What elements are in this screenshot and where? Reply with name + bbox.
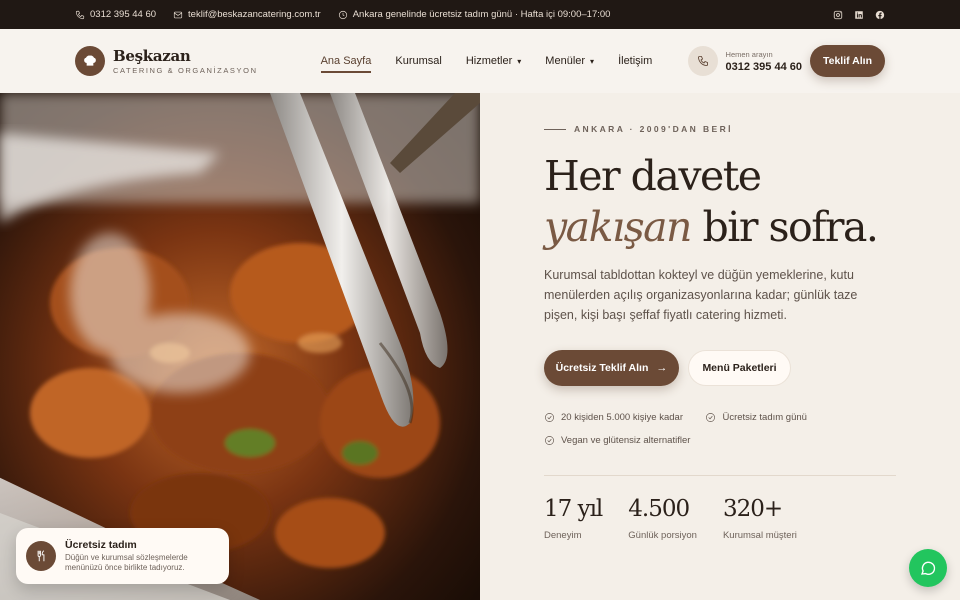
headline-rest: bir sofra. <box>690 203 879 251</box>
nav-home[interactable]: Ana Sayfa <box>320 49 372 73</box>
logo[interactable]: Beşkazan CATERING & ORGANİZASYON <box>113 46 258 75</box>
check-circle-icon <box>706 413 716 422</box>
free-quote-label: Ücretsiz Teklif Alın <box>555 362 649 374</box>
nav-corporate-label: Kurumsal <box>395 55 442 67</box>
feature-text: Vegan ve glütensiz alternatifler <box>561 435 691 446</box>
linkedin-icon[interactable] <box>854 10 864 20</box>
phone-icon <box>75 10 85 19</box>
topbar-email-text: teklif@beskazancatering.com.tr <box>188 9 321 20</box>
hero-food-image <box>0 93 480 600</box>
instagram-icon[interactable] <box>833 10 843 20</box>
card-title: Ücretsiz tadım <box>65 538 137 551</box>
hero-lead: Kurumsal tabldottan kokteyl ve düğün yem… <box>544 268 858 322</box>
headline-line-1: Her davete <box>544 152 762 200</box>
phone-icon <box>687 46 718 76</box>
clock-icon <box>338 10 347 19</box>
hero-headline: Her davete yakışan bir sofra. <box>544 151 879 253</box>
mail-icon <box>173 11 183 18</box>
stat-value: 4.500 <box>628 496 690 522</box>
stat-daily-portions: 4.500 Günlük porsiyon <box>628 496 697 541</box>
call-block[interactable]: Hemen arayın 0312 395 44 60 <box>687 46 810 76</box>
brand-tagline: CATERING & ORGANİZASYON <box>113 65 258 75</box>
feature-text: Ücretsiz tadım günü <box>722 412 807 423</box>
hero-eyebrow: ANKARA · 2009'DAN BERİ <box>544 124 733 134</box>
nav-menus-label: Menüler <box>545 55 586 67</box>
feature-text: 20 kişiden 5.000 kişiye kadar <box>561 412 683 423</box>
check-circle-icon <box>545 436 554 445</box>
stat-value: 320+ <box>722 496 783 522</box>
logo-chef-hat-icon[interactable] <box>75 46 105 76</box>
topbar-email[interactable]: teklif@beskazancatering.com.tr <box>173 9 321 20</box>
feature-item: 20 kişiden 5.000 kişiye kadar <box>544 412 683 423</box>
chat-bubble-icon <box>920 561 936 575</box>
call-label: Hemen arayın <box>725 49 773 59</box>
eyebrow-line <box>544 128 566 130</box>
eyebrow-text: ANKARA · 2009'DAN BERİ <box>574 124 733 134</box>
arrow-right-icon: → <box>656 362 668 374</box>
topbar-hours: Ankara genelinde ücretsiz tadım günü · H… <box>338 9 611 20</box>
stat-label: Kurumsal müşteri <box>722 530 797 541</box>
brand-name: Beşkazan <box>113 46 191 65</box>
stat-label: Günlük porsiyon <box>628 530 697 541</box>
cutlery-icon <box>26 541 56 571</box>
nav-home-label: Ana Sayfa <box>320 55 372 67</box>
hero-divider <box>544 475 896 476</box>
stat-corporate-clients: 320+ Kurumsal müşteri <box>723 496 797 541</box>
nav-menus[interactable]: Menüler ▾ <box>545 49 594 73</box>
chevron-down-icon: ▾ <box>590 56 595 66</box>
stat-value: 17 yıl <box>544 496 603 522</box>
quote-button[interactable]: Teklif Alın <box>810 45 885 77</box>
free-tasting-card: Ücretsiz tadım Düğün ve kurumsal sözleşm… <box>16 528 229 584</box>
nav-services-label: Hizmetler <box>465 55 513 67</box>
feature-item: Ücretsiz tadım günü <box>705 412 807 423</box>
nav-contact-label: İletişim <box>618 55 653 67</box>
nav-corporate[interactable]: Kurumsal <box>395 49 441 73</box>
topbar-phone[interactable]: 0312 395 44 60 <box>75 9 156 20</box>
social-links <box>833 10 885 20</box>
menu-packages-button[interactable]: Menü Paketleri <box>688 350 791 386</box>
headline-italic: yakışan <box>544 203 692 251</box>
card-description: Düğün ve kurumsal sözleşmelerde menünüzü… <box>65 552 188 573</box>
top-info-bar: 0312 395 44 60 teklif@beskazancatering.c… <box>0 0 960 29</box>
nav-services[interactable]: Hizmetler ▾ <box>466 49 521 73</box>
stat-experience: 17 yıl Deneyim <box>544 496 603 541</box>
topbar-hours-text: Ankara genelinde ücretsiz tadım günü · H… <box>352 9 611 20</box>
hero-features: 20 kişiden 5.000 kişiye kadar Ücretsiz t… <box>544 410 894 456</box>
hero-stats: 17 yıl Deneyim 4.500 Günlük porsiyon 320… <box>544 496 823 541</box>
call-number: 0312 395 44 60 <box>725 60 802 73</box>
facebook-icon[interactable] <box>875 10 885 20</box>
free-quote-button[interactable]: Ücretsiz Teklif Alın → <box>544 350 679 386</box>
stat-label: Deneyim <box>544 530 582 541</box>
nav-contact[interactable]: İletişim <box>618 49 652 73</box>
feature-item: Vegan ve glütensiz alternatifler <box>544 435 690 446</box>
whatsapp-chat-button[interactable] <box>909 549 947 587</box>
hero-buttons: Ücretsiz Teklif Alın → Menü Paketleri <box>544 350 791 386</box>
topbar-phone-text: 0312 395 44 60 <box>90 9 157 20</box>
chevron-down-icon: ▾ <box>517 56 522 66</box>
site-header: Beşkazan CATERING & ORGANİZASYON Ana Say… <box>0 29 960 93</box>
check-circle-icon <box>545 413 554 422</box>
main-nav: Ana Sayfa Kurumsal Hizmetler ▾ Menüler ▾ İ… <box>320 49 677 73</box>
